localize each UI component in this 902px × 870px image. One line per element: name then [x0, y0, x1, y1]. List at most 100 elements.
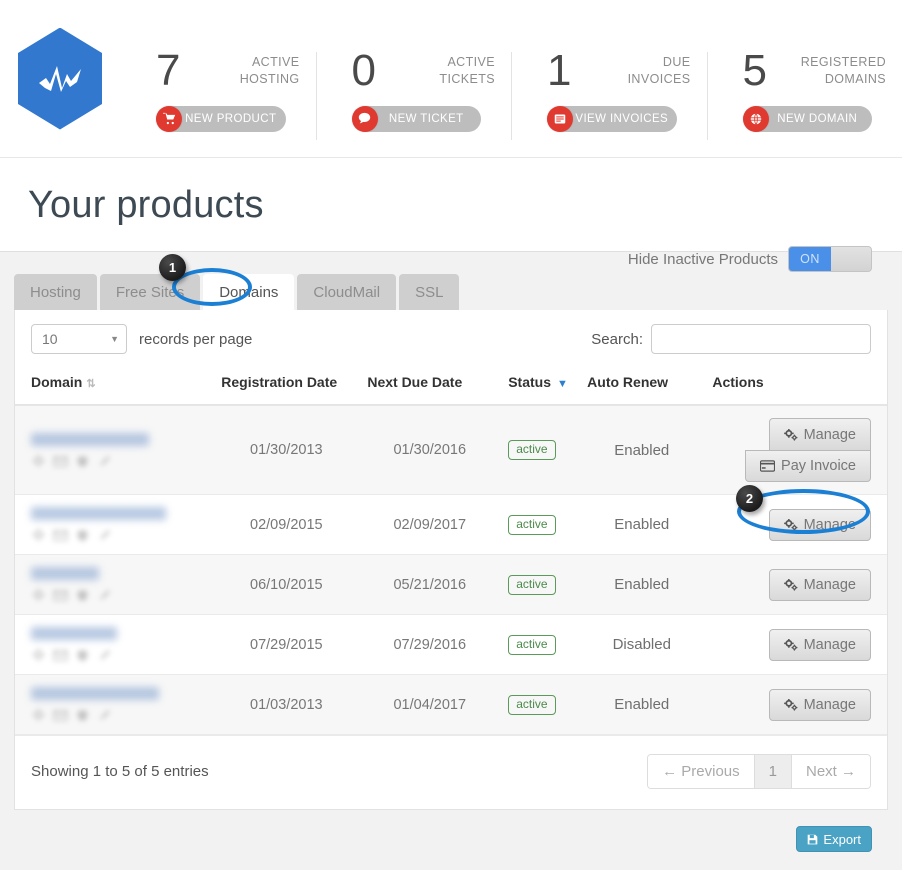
next-due-date-cell: 01/30/2016 — [393, 442, 467, 458]
tab-domains[interactable]: Domains — [203, 274, 295, 310]
actions-cell: Manage Pay Invoice — [704, 405, 887, 495]
records-per-page-select[interactable]: 10 ▼ — [31, 324, 127, 354]
search-group: Search: — [591, 324, 871, 354]
domain-link[interactable] — [31, 627, 117, 640]
status-badge: active — [508, 694, 556, 715]
search-label: Search: — [591, 330, 643, 348]
envelope-icon[interactable] — [53, 529, 68, 542]
manage-button[interactable]: Manage — [768, 568, 871, 601]
annotation-marker-1: 1 — [159, 254, 186, 281]
manage-label: Manage — [803, 576, 856, 593]
manage-button[interactable]: Manage — [768, 628, 871, 661]
column-header-status[interactable]: Status ▼ — [500, 366, 580, 406]
previous-page-button[interactable]: ← Previous — [648, 755, 755, 788]
registration-date-cell: 01/30/2013 — [250, 442, 323, 458]
column-header-domain[interactable]: Domain ⇅ — [15, 366, 214, 406]
stat-label: ACTIVE HOSTING — [240, 48, 304, 88]
gear-icon[interactable] — [31, 589, 46, 602]
tab-ssl[interactable]: SSL — [399, 274, 460, 310]
tab-hosting[interactable]: Hosting — [14, 274, 97, 310]
column-header-registration-date[interactable]: Registration Date — [213, 366, 360, 406]
toggle-state-label: ON — [789, 247, 831, 271]
manage-button[interactable]: Manage — [768, 418, 871, 450]
domain-cell — [15, 495, 213, 555]
tab-free-sites[interactable]: Free Sites — [99, 274, 201, 310]
new-product-button[interactable]: NEW PRODUCT — [156, 105, 286, 132]
new-domain-button[interactable]: NEW DOMAIN — [742, 105, 872, 132]
gear-icon[interactable] — [31, 709, 46, 722]
table-row: 01/03/2013 01/04/2017 active Enabled Man… — [15, 674, 887, 735]
gear-icon[interactable] — [31, 454, 46, 468]
stat-label-line2: TICKETS — [439, 71, 495, 86]
gears-icon — [783, 578, 798, 591]
column-header-auto-renew[interactable]: Auto Renew — [579, 366, 705, 406]
entries-summary: Showing 1 to 5 of 5 entries — [31, 763, 209, 780]
tab-cloudmail[interactable]: CloudMail — [297, 274, 397, 310]
manage-label: Manage — [803, 696, 856, 713]
pencil-icon[interactable] — [97, 589, 112, 602]
domain-cell — [15, 405, 213, 495]
pencil-icon[interactable] — [97, 529, 112, 542]
envelope-icon[interactable] — [53, 649, 68, 662]
chevron-down-icon: ▼ — [110, 334, 119, 344]
gears-icon — [783, 428, 798, 441]
toggle-knob — [831, 247, 871, 271]
table-row: 01/30/2013 01/30/2016 active Enabled Man… — [15, 405, 887, 495]
registration-date-cell: 07/29/2015 — [250, 636, 323, 653]
stat-label: DUE INVOICES — [628, 48, 695, 88]
envelope-icon[interactable] — [53, 589, 68, 602]
page-number-1[interactable]: 1 — [754, 755, 792, 788]
column-label: Actions — [712, 374, 764, 390]
hide-inactive-toggle[interactable]: ON — [788, 246, 872, 272]
gear-icon[interactable] — [31, 529, 46, 542]
pulse-hexagon-logo-icon — [18, 27, 102, 130]
manage-button-row-2[interactable]: Manage — [768, 508, 871, 541]
view-invoices-button[interactable]: VIEW INVOICES — [547, 105, 677, 132]
envelope-icon[interactable] — [53, 709, 68, 722]
pencil-icon[interactable] — [97, 649, 112, 662]
domain-link[interactable] — [31, 687, 159, 700]
action-button-stack: Manage Pay Invoice — [712, 418, 871, 482]
stat-registered-domains: 5 REGISTERED DOMAINS NEW DOMAIN — [706, 47, 902, 140]
registration-date-cell: 02/09/2015 — [250, 516, 323, 533]
envelope-icon[interactable] — [53, 455, 68, 468]
actions-cell: Manage — [704, 495, 887, 555]
domain-action-icons — [31, 529, 205, 542]
invoice-icon — [547, 105, 573, 132]
pencil-icon[interactable] — [97, 709, 112, 722]
pagination: ← Previous 1 Next → — [647, 754, 871, 789]
domain-action-icons — [31, 589, 205, 602]
new-product-label: NEW PRODUCT — [185, 112, 277, 125]
page-root: 7 ACTIVE HOSTING NEW PRODUCT 0 ACTIVE TI… — [0, 0, 902, 870]
stat-label: REGISTERED DOMAINS — [801, 48, 890, 88]
shield-icon[interactable] — [75, 649, 90, 662]
shield-icon[interactable] — [75, 709, 90, 722]
shield-icon[interactable] — [75, 455, 90, 468]
stats-header: 7 ACTIVE HOSTING NEW PRODUCT 0 ACTIVE TI… — [0, 0, 902, 158]
stat-label: ACTIVE TICKETS — [439, 48, 499, 88]
stat-label-line2: INVOICES — [627, 71, 691, 86]
status-cell: active — [500, 495, 579, 555]
domain-link[interactable] — [31, 567, 99, 580]
auto-renew-cell: Enabled — [614, 576, 670, 593]
manage-button[interactable]: Manage — [768, 688, 871, 721]
domains-table: Domain ⇅ Registration Date Next Due Date … — [15, 366, 887, 735]
pay-invoice-button[interactable]: Pay Invoice — [745, 450, 871, 482]
shield-icon[interactable] — [75, 529, 90, 542]
sort-both-icon: ⇅ — [86, 378, 96, 390]
export-button[interactable]: Export — [796, 826, 872, 852]
actions-cell: Manage — [704, 615, 887, 675]
next-page-button[interactable]: Next → — [791, 755, 870, 788]
hide-inactive-toggle-row: Hide Inactive Products ON — [628, 246, 872, 272]
domain-link[interactable] — [31, 507, 166, 520]
column-header-next-due-date[interactable]: Next Due Date — [359, 366, 501, 406]
table-controls: 10 ▼ records per page Search: — [15, 310, 887, 366]
shield-icon[interactable] — [75, 589, 90, 602]
export-row: Export — [14, 810, 888, 852]
domain-link[interactable] — [31, 432, 149, 446]
pencil-icon[interactable] — [97, 455, 112, 468]
gear-icon[interactable] — [31, 649, 46, 662]
new-ticket-button[interactable]: NEW TICKET — [351, 105, 481, 132]
search-input[interactable] — [651, 324, 871, 354]
column-label: Next Due Date — [367, 374, 463, 390]
